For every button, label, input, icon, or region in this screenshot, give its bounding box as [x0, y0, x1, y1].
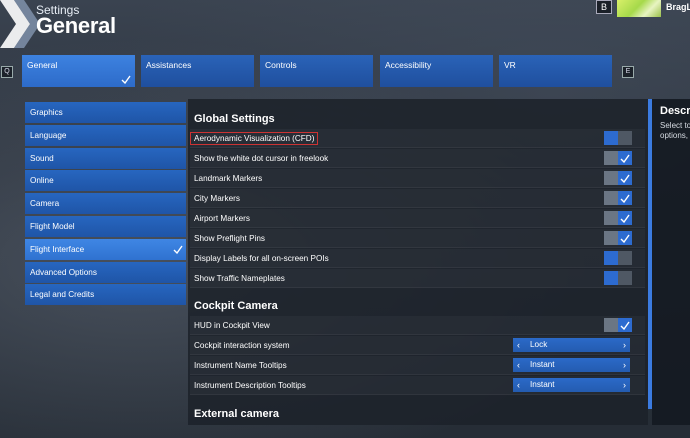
- sidebar-item-label: Advanced Options: [30, 267, 97, 277]
- toggle-display-labels-pois[interactable]: [604, 251, 632, 265]
- setting-row-instrument-description-tooltips[interactable]: Instrument Description Tooltips ‹ Instan…: [190, 376, 645, 395]
- key-hint-b: B: [596, 0, 612, 14]
- toggle-white-dot-cursor[interactable]: [604, 151, 632, 165]
- sidebar-item-advanced-options[interactable]: Advanced Options: [25, 261, 186, 283]
- tab-general[interactable]: General: [22, 55, 135, 87]
- description-panel: Descr Select to options,: [652, 99, 690, 425]
- tab-assistances[interactable]: Assistances: [141, 55, 254, 87]
- check-icon: [620, 194, 630, 203]
- toggle-city-markers[interactable]: [604, 191, 632, 205]
- sidebar-item-sound[interactable]: Sound: [25, 147, 186, 169]
- description-line: Select to: [660, 121, 690, 130]
- setting-label: Instrument Name Tooltips: [194, 361, 287, 370]
- check-icon: [620, 214, 630, 223]
- setting-row-instrument-name-tooltips[interactable]: Instrument Name Tooltips ‹ Instant ›: [190, 356, 645, 375]
- selector-value: Instant: [530, 360, 555, 369]
- profile-name[interactable]: BragL: [666, 2, 690, 12]
- toggle-preflight-pins[interactable]: [604, 231, 632, 245]
- sidebar-item-label: Online: [30, 176, 54, 186]
- description-text: Select to options,: [660, 121, 690, 141]
- setting-label: City Markers: [194, 194, 240, 203]
- header: Settings General B BragL: [0, 0, 690, 48]
- toggle-airport-markers[interactable]: [604, 211, 632, 225]
- section-title-external-camera: External camera: [194, 408, 279, 420]
- selector-value: Instant: [530, 380, 555, 389]
- tab-label: Assistances: [146, 60, 192, 70]
- check-icon: [620, 154, 630, 163]
- setting-row-landmark-markers[interactable]: Landmark Markers: [190, 169, 645, 188]
- chevron-left-icon[interactable]: ‹: [517, 358, 520, 372]
- selector-cockpit-interaction-system[interactable]: ‹ Lock ›: [513, 338, 630, 352]
- setting-label: Show Traffic Nameplates: [194, 274, 285, 283]
- check-icon: [620, 234, 630, 243]
- setting-row-traffic-nameplates[interactable]: Show Traffic Nameplates: [190, 269, 645, 288]
- sidebar-item-label: Legal and Credits: [30, 290, 95, 300]
- setting-row-white-dot-cursor[interactable]: Show the white dot cursor in freelook: [190, 149, 645, 168]
- check-icon: [121, 75, 131, 84]
- sidebar-item-legal-and-credits[interactable]: Legal and Credits: [25, 284, 186, 306]
- avatar[interactable]: [617, 0, 661, 17]
- page-title: General: [36, 13, 116, 38]
- section-title-global-settings: Global Settings: [194, 113, 275, 125]
- sidebar-item-label: Flight Interface: [30, 244, 85, 254]
- tab-label: General: [27, 60, 58, 70]
- setting-label: Aerodynamic Visualization (CFD): [189, 132, 319, 145]
- settings-panel: Global Settings Aerodynamic Visualizatio…: [188, 99, 648, 425]
- toggle-landmark-markers[interactable]: [604, 171, 632, 185]
- section-title-cockpit-camera: Cockpit Camera: [194, 300, 278, 312]
- setting-row-hud-cockpit-view[interactable]: HUD in Cockpit View: [190, 316, 645, 335]
- chevron-left-icon[interactable]: ‹: [517, 338, 520, 352]
- setting-label: Cockpit interaction system: [194, 341, 290, 350]
- setting-label: Show the white dot cursor in freelook: [194, 154, 329, 163]
- setting-label: Landmark Markers: [194, 174, 263, 183]
- chevron-right-icon[interactable]: ›: [623, 378, 626, 392]
- toggle-hud-cockpit-view[interactable]: [604, 318, 632, 332]
- check-icon: [620, 174, 630, 183]
- tab-accessibility[interactable]: Accessibility: [380, 55, 493, 87]
- sidebar-item-online[interactable]: Online: [25, 170, 186, 192]
- sidebar: Graphics Language Sound Online Camera Fl…: [25, 102, 186, 307]
- sidebar-item-label: Flight Model: [30, 221, 75, 231]
- selector-instrument-name-tooltips[interactable]: ‹ Instant ›: [513, 358, 630, 372]
- setting-label: Instrument Description Tooltips: [194, 381, 306, 390]
- tab-label: Controls: [265, 60, 297, 70]
- key-hint-q[interactable]: Q: [1, 66, 13, 78]
- setting-row-aerodynamic-visualization[interactable]: Aerodynamic Visualization (CFD): [189, 129, 645, 148]
- sidebar-item-label: Graphics: [30, 108, 63, 117]
- sidebar-item-language[interactable]: Language: [25, 124, 186, 146]
- tab-controls[interactable]: Controls: [260, 55, 373, 87]
- setting-row-cockpit-interaction-system[interactable]: Cockpit interaction system ‹ Lock ›: [190, 336, 645, 355]
- toggle-traffic-nameplates[interactable]: [604, 271, 632, 285]
- description-title: Descr: [660, 105, 690, 117]
- setting-row-city-markers[interactable]: City Markers: [190, 189, 645, 208]
- selector-value: Lock: [530, 340, 548, 349]
- tab-label: VR: [504, 60, 516, 70]
- setting-label: HUD in Cockpit View: [194, 321, 270, 330]
- sidebar-item-label: Sound: [30, 153, 54, 163]
- key-hint-e[interactable]: E: [622, 66, 634, 78]
- chevron-logo-icon: [0, 0, 40, 48]
- setting-label: Airport Markers: [194, 214, 250, 223]
- check-icon: [173, 245, 183, 254]
- setting-row-display-labels-pois[interactable]: Display Labels for all on-screen POIs: [190, 249, 645, 268]
- sidebar-item-camera[interactable]: Camera: [25, 193, 186, 215]
- tab-vr[interactable]: VR: [499, 55, 612, 87]
- chevron-right-icon[interactable]: ›: [623, 358, 626, 372]
- sidebar-item-label: Language: [30, 130, 67, 140]
- selector-instrument-description-tooltips[interactable]: ‹ Instant ›: [513, 378, 630, 392]
- toggle-aerodynamic-visualization[interactable]: [604, 131, 632, 145]
- sidebar-item-label: Camera: [30, 199, 60, 209]
- tab-label: Accessibility: [385, 60, 432, 70]
- sidebar-item-graphics[interactable]: Graphics: [25, 102, 186, 123]
- setting-label: Display Labels for all on-screen POIs: [194, 254, 329, 263]
- setting-row-airport-markers[interactable]: Airport Markers: [190, 209, 645, 228]
- setting-row-preflight-pins[interactable]: Show Preflight Pins: [190, 229, 645, 248]
- chevron-right-icon[interactable]: ›: [623, 338, 626, 352]
- chevron-left-icon[interactable]: ‹: [517, 378, 520, 392]
- description-line: options,: [660, 131, 689, 140]
- setting-label: Show Preflight Pins: [194, 234, 265, 243]
- sidebar-item-flight-model[interactable]: Flight Model: [25, 215, 186, 237]
- check-icon: [620, 321, 630, 330]
- sidebar-item-flight-interface[interactable]: Flight Interface: [25, 238, 186, 260]
